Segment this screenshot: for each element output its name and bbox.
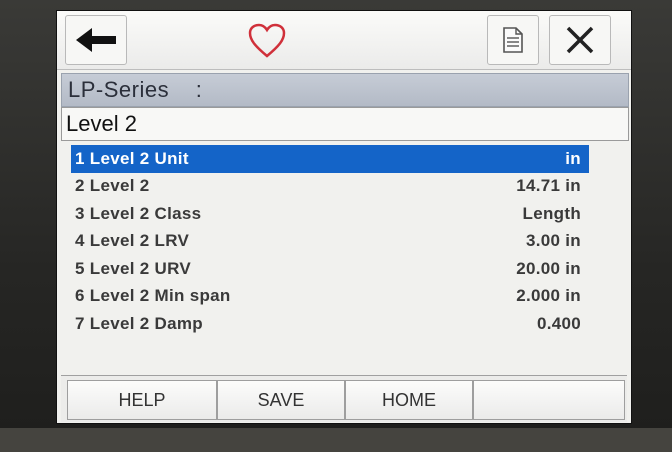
home-button[interactable]: HOME: [345, 380, 473, 420]
help-button[interactable]: HELP: [67, 380, 217, 420]
device-name-bar: LP-Series :: [61, 73, 629, 107]
top-toolbar: [57, 11, 631, 70]
list-item-value: 3.00 in: [525, 231, 581, 251]
arrow-left-icon: [76, 28, 116, 52]
back-button[interactable]: [65, 15, 127, 65]
list-item-label: 1 Level 2 Unit: [75, 148, 189, 168]
list-item-label: 2 Level 2: [75, 176, 150, 196]
list-item-level-2-lrv[interactable]: 4 Level 2 LRV 3.00 in: [71, 228, 589, 256]
blank-function-button[interactable]: [473, 380, 625, 420]
list-item-level-2[interactable]: 2 Level 2 14.71 in: [71, 173, 589, 201]
close-button[interactable]: [549, 15, 611, 65]
list-item-value: Length: [522, 203, 581, 223]
display-screen: LP-Series : Level 2 1 Level 2 Unit in 2 …: [56, 10, 632, 424]
list-item-level-2-urv[interactable]: 5 Level 2 URV 20.00 in: [71, 255, 589, 283]
list-item-level-2-min-span[interactable]: 6 Level 2 Min span 2.000 in: [71, 283, 589, 311]
heart-icon: [248, 23, 286, 58]
list-item-value: 2.000 in: [516, 286, 581, 306]
list-item-level-2-unit[interactable]: 1 Level 2 Unit in: [71, 145, 589, 173]
device-bezel-bottom: [0, 428, 672, 452]
list-item-value: 0.400: [536, 313, 581, 333]
list-item-value: 14.71 in: [516, 176, 581, 196]
device-name: LP-Series: [68, 77, 170, 102]
list-item-level-2-damp[interactable]: 7 Level 2 Damp 0.400: [71, 310, 589, 338]
list-item-label: 6 Level 2 Min span: [75, 286, 231, 306]
function-key-bar: HELP SAVE HOME: [61, 375, 627, 422]
list-item-label: 4 Level 2 LRV: [75, 231, 190, 251]
save-button[interactable]: SAVE: [217, 380, 345, 420]
device-name-separator: :: [195, 77, 203, 102]
list-item-level-2-class[interactable]: 3 Level 2 Class Length: [71, 200, 589, 228]
list-item-label: 7 Level 2 Damp: [75, 313, 203, 333]
document-icon: [503, 27, 523, 53]
parameter-list: 1 Level 2 Unit in 2 Level 2 14.71 in 3 L…: [71, 145, 589, 338]
document-button[interactable]: [487, 15, 539, 65]
list-item-value: 20.00 in: [516, 258, 581, 278]
list-item-label: 3 Level 2 Class: [75, 203, 202, 223]
menu-title: Level 2: [61, 107, 629, 141]
list-item-value: in: [565, 148, 581, 168]
list-item-label: 5 Level 2 URV: [75, 258, 192, 278]
close-icon: [566, 26, 594, 54]
favorite-button[interactable]: [245, 21, 289, 61]
